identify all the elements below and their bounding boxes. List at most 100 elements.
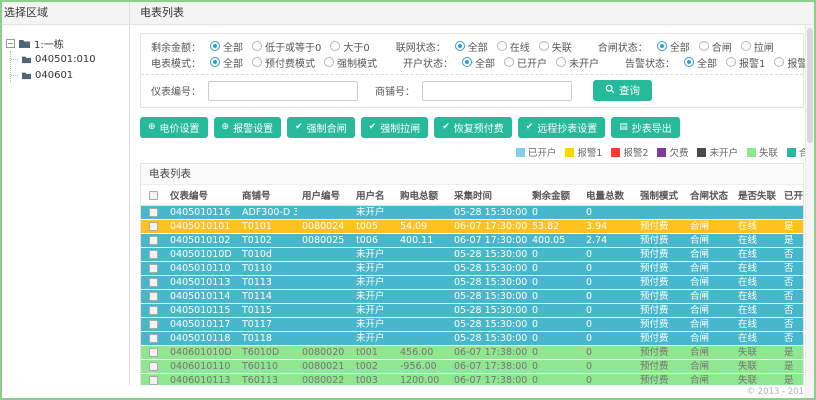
table-cell: 合闸 — [685, 373, 733, 385]
column-header: 仪表编号 — [165, 185, 237, 206]
table-row: 0405010115 T0115 未开户 05-28 15:30:00 0 0 预付费 合闸在… — [141, 303, 803, 318]
price-setting-icon: ⊕ — [148, 122, 156, 132]
shop-number-input[interactable] — [422, 80, 572, 101]
table-cell: 未开户 — [351, 317, 395, 332]
radio-option[interactable]: 低于或等于0 — [252, 39, 321, 54]
radio-option-label: 已开户 — [517, 58, 547, 70]
export-icon: ▤ — [619, 122, 628, 132]
table-cell: 0405010118 — [165, 331, 237, 346]
table-cell: 0 — [581, 247, 635, 262]
radio-option[interactable]: 大于0 — [330, 39, 370, 54]
radio-option[interactable]: 全部 — [210, 55, 243, 70]
row-checkbox[interactable] — [148, 236, 158, 245]
action-button-label: 强制拉闸 — [380, 124, 421, 135]
checkbox-cell — [141, 359, 165, 374]
table-cell — [297, 205, 351, 220]
row-checkbox[interactable] — [148, 306, 158, 315]
row-checkbox[interactable] — [148, 222, 158, 231]
action-button[interactable]: ✔ 强制拉闸 — [360, 117, 429, 138]
action-button[interactable]: ✔ 强制合闸 — [287, 117, 355, 138]
table-cell: 3.94 — [581, 219, 635, 234]
table-cell — [297, 275, 351, 290]
table-cell: 0 — [581, 303, 635, 318]
table-cell: 预付费 — [635, 275, 685, 290]
collapse-icon[interactable]: − — [6, 38, 15, 48]
radio-option[interactable]: 预付费模式 — [252, 55, 315, 70]
radio-indicator — [252, 57, 262, 67]
tree-root-node[interactable]: − 1:一栋 — [6, 35, 125, 51]
row-checkbox[interactable] — [148, 348, 158, 357]
table-cell — [395, 303, 449, 318]
action-button[interactable]: ⊕ 报警设置 — [213, 117, 282, 138]
table-cell: T60113 — [237, 373, 297, 385]
action-button[interactable]: ✔ 恢复预付费 — [434, 117, 512, 138]
radio-option[interactable]: 全部 — [454, 39, 488, 54]
radio-indicator — [454, 41, 465, 51]
action-button[interactable]: ▤ 抄表导出 — [611, 117, 680, 138]
tree-children: 040501:010 040601 — [10, 51, 125, 83]
table-cell: 预付费 — [635, 219, 685, 234]
footer: © 2013 - 201 — [2, 385, 814, 398]
select-all-checkbox[interactable] — [148, 190, 158, 200]
row-checkbox[interactable] — [148, 208, 158, 217]
table-cell: 否 — [779, 331, 803, 346]
legend-item: 已开户 — [515, 145, 556, 159]
row-checkbox[interactable] — [148, 278, 158, 287]
table-cell: T0101 — [237, 219, 297, 234]
meter-number-input[interactable] — [208, 80, 358, 101]
radio-option[interactable]: 失联 — [538, 39, 572, 54]
table-cell — [395, 289, 449, 304]
row-checkbox[interactable] — [148, 362, 158, 371]
row-checkbox[interactable] — [148, 264, 158, 273]
radio-option[interactable]: 未开户 — [556, 55, 599, 70]
table-cell: 0 — [527, 261, 581, 276]
query-button[interactable]: 查询 — [593, 80, 652, 101]
action-button[interactable]: ⊕ 电价设置 — [140, 117, 208, 138]
table-row: 0405010117 T0117 未开户 05-28 15:30:00 0 0 预付费 合闸在… — [141, 317, 803, 332]
radio-option[interactable]: 已开户 — [504, 55, 547, 70]
row-checkbox[interactable] — [148, 320, 158, 329]
action-button-label: 电价设置 — [159, 124, 200, 135]
table-cell — [395, 205, 449, 220]
radio-option[interactable]: 拉闸 — [740, 39, 774, 54]
table-cell: 05-28 15:30:00 — [449, 261, 527, 276]
radio-option[interactable]: 强制模式 — [324, 55, 377, 70]
radio-option[interactable]: 全部 — [210, 39, 243, 54]
table-cell: 在线 — [733, 247, 779, 262]
row-checkbox[interactable] — [148, 250, 158, 259]
radio-option[interactable]: 全部 — [684, 55, 717, 70]
table-cell: 0 — [527, 289, 581, 304]
row-checkbox[interactable] — [148, 334, 158, 343]
tree-node[interactable]: 040501:010 — [11, 51, 125, 67]
filter-label: 开户状态： — [403, 58, 453, 70]
row-checkbox[interactable] — [148, 292, 158, 301]
table-cell: 未开户 — [351, 275, 395, 290]
radio-indicator — [740, 41, 751, 51]
action-button[interactable]: ✔ 远程抄表设置 — [517, 117, 606, 138]
force-close-icon: ✔ — [295, 122, 303, 132]
table-cell: 0 — [527, 345, 581, 360]
column-header: 用户编号 — [297, 185, 351, 206]
radio-option[interactable]: 合闸 — [698, 39, 732, 54]
radio-option-label: 合闸 — [711, 42, 732, 54]
radio-option[interactable]: 在线 — [496, 39, 530, 54]
tree-node[interactable]: 040601 — [11, 67, 125, 83]
table-cell: 0406010110 — [165, 359, 237, 374]
table-cell — [297, 289, 351, 304]
scrollbar-thumb[interactable] — [807, 28, 813, 143]
action-button-label: 报警设置 — [233, 124, 274, 135]
radio-option-label: 拉闸 — [753, 42, 774, 54]
filter-group: 联网状态： 全部 在线 失联 — [396, 39, 572, 54]
table-row: 040601010D T6010D 0080020 t001 456.00 06-07 1… — [141, 345, 803, 360]
radio-option[interactable]: 全部 — [462, 55, 495, 70]
table-cell: T0102 — [237, 233, 297, 248]
radio-option[interactable]: 全部 — [656, 39, 690, 54]
table-cell — [395, 331, 449, 346]
vertical-scrollbar[interactable] — [805, 25, 814, 398]
table-cell — [635, 205, 685, 220]
table-cell: 预付费 — [635, 373, 685, 385]
filter-label: 联网状态： — [395, 42, 446, 54]
radio-option[interactable]: 报警1 — [726, 55, 765, 70]
row-checkbox[interactable] — [148, 376, 158, 385]
table-cell: 0405010117 — [165, 317, 237, 332]
